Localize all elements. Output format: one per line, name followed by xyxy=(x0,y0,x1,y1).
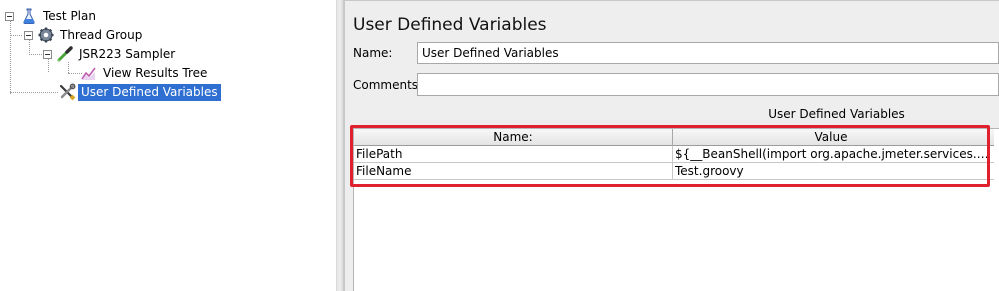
config-panel: User Defined Variables Name: Comments: U… xyxy=(344,0,999,291)
collapse-toggle-thread-group[interactable] xyxy=(24,31,33,40)
column-header-name[interactable]: Name: xyxy=(354,129,673,146)
tree-node-label: User Defined Variables xyxy=(78,83,221,101)
table-caption: User Defined Variables xyxy=(768,107,905,121)
tree-node-label: Thread Group xyxy=(60,27,143,42)
chart-icon xyxy=(81,67,96,80)
tree-node-label: JSR223 Sampler xyxy=(79,46,176,61)
tree-line xyxy=(68,62,69,73)
tree-node-test-plan[interactable]: Test Plan xyxy=(20,7,99,25)
comments-label: Comments: xyxy=(353,78,423,92)
tree-node-user-defined-variables[interactable]: User Defined Variables xyxy=(58,83,221,101)
cell-variable-value[interactable]: Test.groovy xyxy=(673,163,990,179)
tree-line xyxy=(10,35,22,36)
column-header-spacer xyxy=(990,129,994,146)
variables-table-area: Name: Value FilePath ${__BeanShell(impor… xyxy=(353,128,999,291)
flask-icon xyxy=(23,8,35,24)
tree-line xyxy=(10,92,58,93)
split-pane-divider[interactable] xyxy=(336,0,344,291)
cell-variable-name[interactable]: FilePath xyxy=(354,146,673,162)
cell-spacer xyxy=(990,163,994,179)
name-label: Name: xyxy=(353,46,393,60)
cell-spacer xyxy=(990,146,994,162)
test-plan-tree: Test Plan Thread Group JSR223 Sampler Vi… xyxy=(0,0,336,291)
gear-icon xyxy=(38,27,54,43)
table-row[interactable]: FileName Test.groovy xyxy=(354,163,994,180)
tree-line xyxy=(29,54,42,55)
table-row[interactable]: FilePath ${__BeanShell(import org.apache… xyxy=(354,146,994,163)
column-header-value[interactable]: Value xyxy=(673,129,990,146)
panel-title: User Defined Variables xyxy=(353,15,547,35)
tree-node-view-results-tree[interactable]: View Results Tree xyxy=(80,64,210,82)
comments-input[interactable] xyxy=(417,73,999,96)
wrench-screwdriver-icon xyxy=(59,83,76,101)
tree-node-jsr223-sampler[interactable]: JSR223 Sampler xyxy=(56,45,178,63)
tree-node-thread-group[interactable]: Thread Group xyxy=(37,26,145,44)
collapse-toggle-test-plan[interactable] xyxy=(5,12,14,21)
collapse-toggle-sampler[interactable] xyxy=(43,50,52,59)
tree-node-label: View Results Tree xyxy=(103,65,208,80)
tree-line xyxy=(10,16,11,94)
cell-variable-value[interactable]: ${__BeanShell(import org.apache.jmeter.s… xyxy=(673,146,990,162)
cell-variable-name[interactable]: FileName xyxy=(354,163,673,179)
table-header: Name: Value xyxy=(354,129,994,146)
pipette-icon xyxy=(57,46,73,62)
tree-node-label: Test Plan xyxy=(43,8,96,23)
variables-table: Name: Value FilePath ${__BeanShell(impor… xyxy=(354,129,994,180)
tree-line xyxy=(48,58,49,72)
tree-line xyxy=(29,38,30,55)
name-input[interactable] xyxy=(417,42,999,64)
